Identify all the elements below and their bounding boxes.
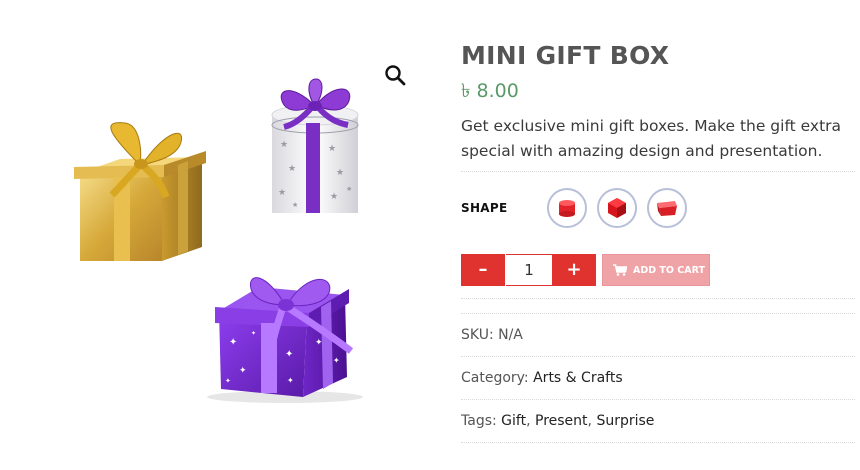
cart-icon	[613, 264, 627, 276]
gift-image-purple[interactable]: ✦ ✦ ✦ ✦ ✦ ✦ ✦ ✦	[195, 265, 365, 410]
svg-text:★: ★	[346, 185, 352, 193]
quantity-increase-button[interactable]: +	[552, 254, 596, 286]
divider	[461, 298, 855, 299]
tag-link[interactable]: Present	[535, 413, 588, 429]
shape-label: SHAPE	[461, 201, 508, 215]
sku-label: SKU:	[461, 327, 494, 343]
product-title: MINI GIFT BOX	[461, 41, 670, 70]
product-gallery: ★ ★ ★ ★ ★ ★ ★ ★ ✦ ✦ ✦ ✦ ✦ ✦ ✦ ✦	[50, 55, 420, 435]
quantity-decrease-button[interactable]: –	[461, 254, 505, 286]
sku-row: SKU: N/A	[461, 314, 855, 357]
tag-separator: ,	[526, 413, 535, 429]
add-to-cart-form: – + ADD TO CART	[461, 244, 855, 294]
svg-text:✦: ✦	[251, 330, 256, 337]
shape-swatch-cylinder[interactable]	[547, 188, 587, 228]
product-price: ৳ 8.00	[461, 80, 519, 102]
svg-text:★: ★	[330, 191, 338, 201]
tags-row: Tags: Gift, Present, Surprise	[461, 400, 855, 443]
svg-text:★: ★	[292, 201, 298, 209]
svg-text:✦: ✦	[315, 337, 323, 347]
svg-text:✦: ✦	[229, 337, 237, 348]
shape-selector: SHAPE	[461, 172, 855, 244]
svg-text:★: ★	[336, 167, 344, 177]
category-link[interactable]: Arts & Crafts	[533, 370, 623, 386]
tag-link[interactable]: Gift	[501, 413, 526, 429]
magnifier-icon[interactable]	[383, 63, 407, 87]
tags-label: Tags:	[461, 413, 497, 429]
product-summary: MINI GIFT BOX ৳ 8.00 Get exclusive mini …	[461, 40, 855, 443]
svg-text:★: ★	[280, 139, 288, 149]
box-icon	[657, 201, 677, 216]
cylinder-icon	[559, 200, 575, 217]
gift-image-silver-round[interactable]: ★ ★ ★ ★ ★ ★ ★ ★	[262, 75, 362, 220]
category-label: Category:	[461, 370, 529, 386]
svg-text:★: ★	[278, 187, 286, 197]
gift-image-gold[interactable]	[70, 115, 210, 270]
cube-icon	[608, 198, 626, 218]
sku-value: N/A	[498, 327, 523, 343]
category-row: Category: Arts & Crafts	[461, 357, 855, 400]
svg-text:✦: ✦	[239, 365, 247, 375]
svg-text:★: ★	[328, 143, 336, 153]
svg-text:✦: ✦	[333, 356, 340, 365]
tag-link[interactable]: Surprise	[596, 413, 654, 429]
svg-text:✦: ✦	[285, 349, 293, 360]
svg-text:✦: ✦	[225, 377, 231, 385]
shape-swatch-box[interactable]	[647, 188, 687, 228]
svg-text:★: ★	[288, 163, 296, 173]
product-description: Get exclusive mini gift boxes. Make the …	[461, 117, 842, 160]
add-to-cart-button[interactable]: ADD TO CART	[602, 254, 710, 286]
quantity-input[interactable]	[506, 254, 552, 286]
shape-swatch-cube[interactable]	[597, 188, 637, 228]
add-to-cart-label: ADD TO CART	[633, 264, 705, 276]
svg-text:✦: ✦	[287, 376, 294, 385]
product-meta: SKU: N/A Category: Arts & Crafts Tags: G…	[461, 314, 855, 443]
